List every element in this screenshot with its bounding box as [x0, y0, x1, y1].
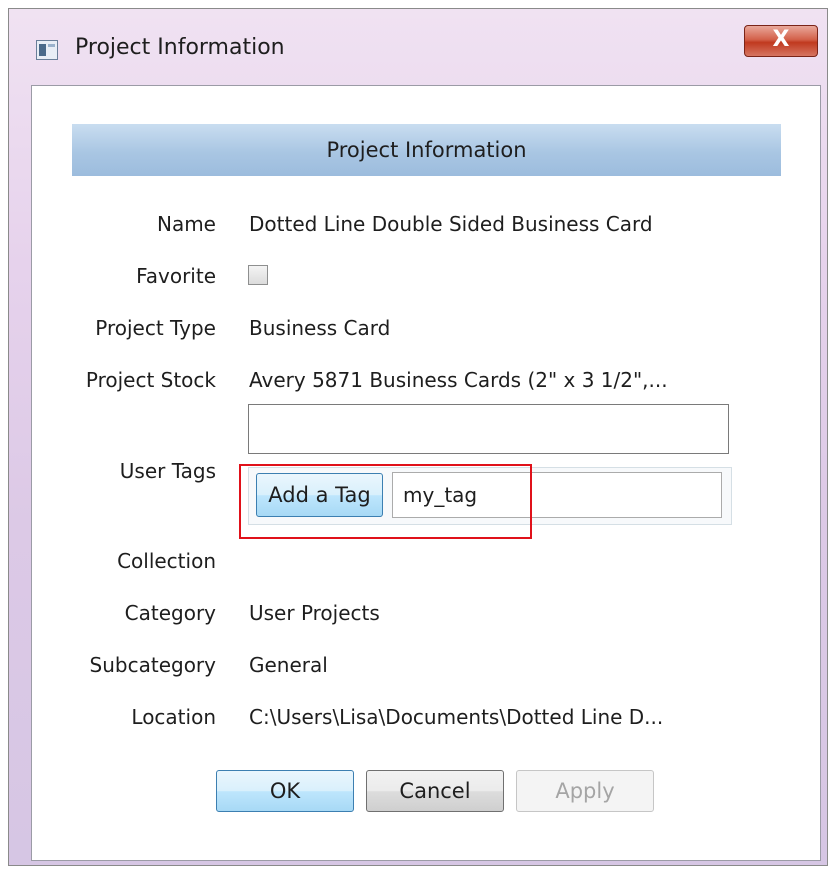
location-label: Location [131, 705, 216, 729]
name-label: Name [156, 212, 216, 236]
subcategory-label: Subcategory [89, 653, 216, 677]
favorite-label: Favorite [136, 264, 216, 288]
subcategory-value: General [249, 653, 328, 677]
favorite-checkbox[interactable] [248, 265, 268, 285]
collection-label: Collection [117, 549, 216, 573]
window-title: Project Information [75, 35, 285, 60]
project-type-value: Business Card [249, 316, 391, 340]
user-tags-label: User Tags [119, 459, 216, 483]
section-header: Project Information [72, 124, 781, 176]
title-bar[interactable]: Project Information X [9, 9, 827, 83]
project-type-label: Project Type [95, 316, 216, 340]
close-button[interactable]: X [744, 25, 818, 57]
dialog-window: Project Information X Project Informatio… [8, 8, 828, 866]
apply-button[interactable]: Apply [516, 770, 654, 812]
dialog-content: Project Information Name Dotted Line Dou… [31, 85, 821, 861]
category-value: User Projects [249, 601, 380, 625]
category-label: Category [124, 601, 216, 625]
project-stock-value: Avery 5871 Business Cards (2" x 3 1/2",.… [249, 368, 668, 392]
annotation-highlight [239, 464, 532, 539]
ok-button[interactable]: OK [216, 770, 354, 812]
app-window-icon [36, 40, 58, 60]
cancel-button[interactable]: Cancel [366, 770, 504, 812]
location-value: C:\Users\Lisa\Documents\Dotted Line D... [249, 705, 664, 729]
name-value: Dotted Line Double Sided Business Card [249, 212, 653, 236]
user-tags-field[interactable] [248, 404, 729, 454]
project-stock-label: Project Stock [85, 368, 216, 392]
